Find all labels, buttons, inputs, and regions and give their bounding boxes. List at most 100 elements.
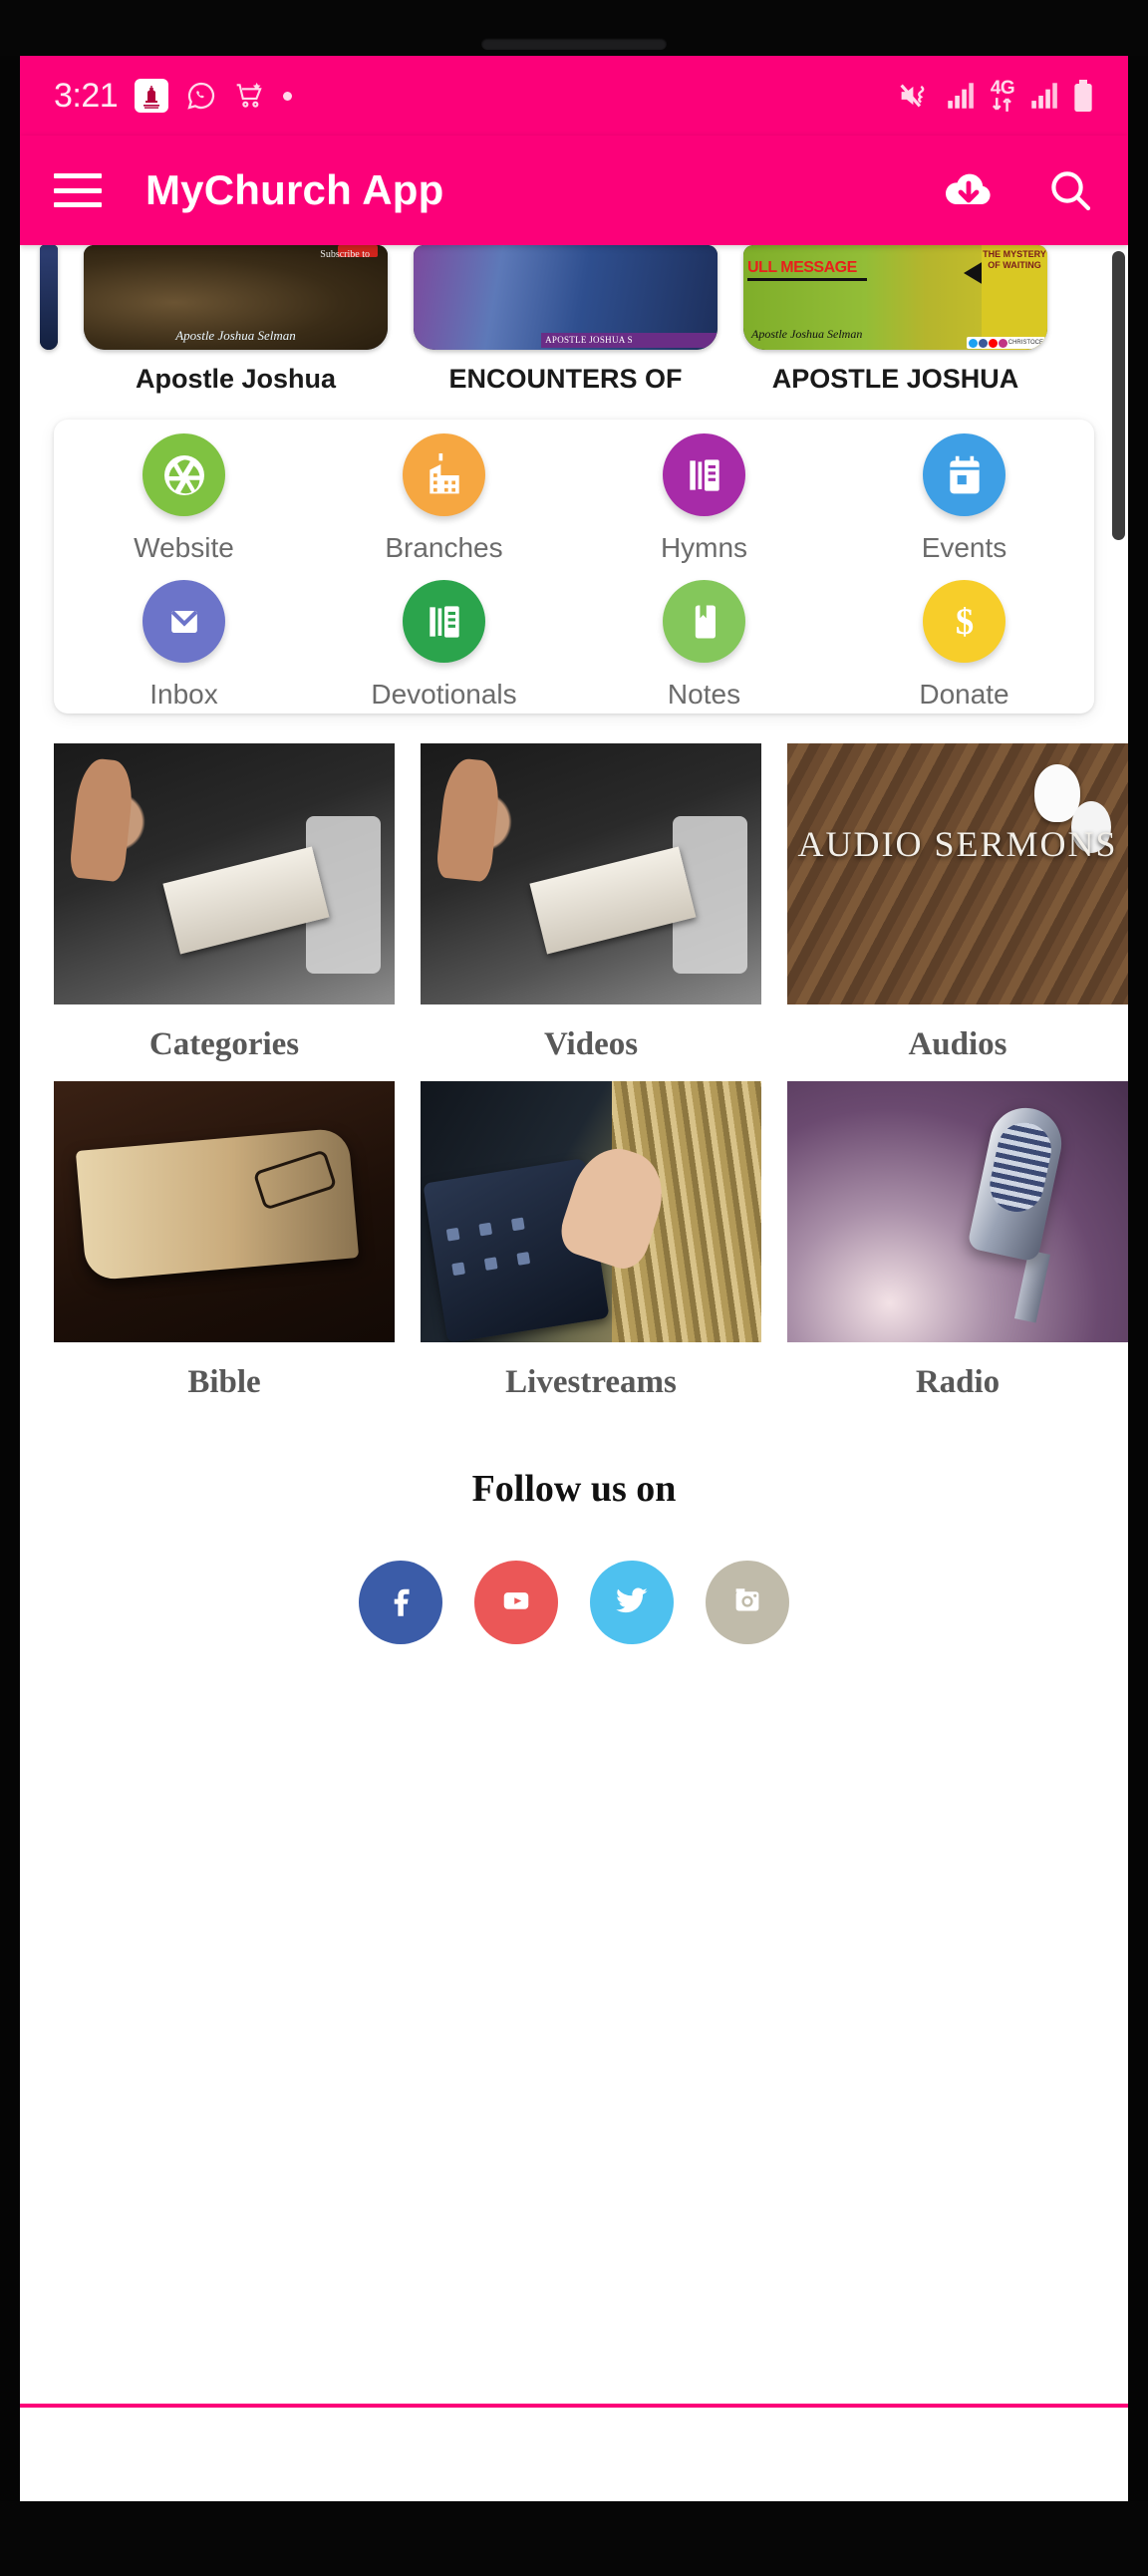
quick-action-events[interactable]: Events [834, 420, 1094, 566]
radio-player-bar[interactable]: Christian Life Radio [20, 2404, 1128, 2408]
feature-tiles: Categories Videos AUDIO SERMONS Audios B… [20, 743, 1128, 1419]
devotional-book-icon [403, 580, 485, 663]
tile-radio[interactable]: Radio [787, 1081, 1128, 1419]
phone-screen: 3:21 4G MyChurch App Subscribe to Apostl… [20, 56, 1128, 2501]
quick-action-notes[interactable]: Notes [574, 566, 834, 713]
whatsapp-icon [185, 80, 217, 112]
carousel-card-title: APOSTLE JOSHUA [771, 364, 1019, 394]
dollar-icon: $ [923, 580, 1005, 663]
tile-image [787, 1081, 1128, 1342]
tile-label: Videos [543, 1026, 639, 1062]
carousel-card[interactable]: Subscribe to Apostle Joshua Selman Apost… [84, 245, 388, 405]
follow-us-title: Follow us on [471, 1468, 677, 1510]
tile-image [421, 743, 761, 1004]
quick-action-label: Branches [385, 532, 503, 563]
tile-image [54, 743, 395, 1004]
carousel-card-title: Apostle Joshua [135, 364, 337, 394]
quick-action-hymns[interactable]: Hymns [574, 420, 834, 566]
carousel-card-title: ENCOUNTERS OF [448, 364, 683, 394]
carousel-card[interactable]: ULL MESSAGE Apostle Joshua Selman THE MY… [743, 245, 1047, 405]
shopping-cart-star-icon [234, 80, 266, 112]
social-links-row [20, 1561, 1128, 1644]
instagram-link[interactable] [706, 1561, 789, 1644]
calendar-icon [923, 433, 1005, 516]
twitter-link[interactable] [590, 1561, 674, 1644]
building-icon [403, 433, 485, 516]
notification-dot-icon [283, 91, 293, 101]
thumbnail-handle: CHRISTOCE [1007, 340, 1043, 346]
thumbnail-caption: APOSTLE JOSHUA S [545, 335, 633, 345]
quick-actions-card: Website Branches Hymns Events Inbox Devo… [54, 420, 1094, 714]
video-thumbnail[interactable] [40, 245, 58, 350]
facebook-icon [380, 1579, 422, 1626]
quick-action-label: Inbox [149, 679, 218, 710]
thumbnail-headline: ULL MESSAGE [747, 259, 857, 276]
hamburger-menu-icon[interactable] [54, 173, 102, 207]
tile-label: Audios [908, 1026, 1007, 1062]
status-bar: 3:21 4G [20, 56, 1128, 136]
envelope-icon [143, 580, 225, 663]
church-app-icon [135, 79, 169, 113]
follow-us-section: Follow us on [20, 1461, 1128, 1644]
carousel-card-partial[interactable] [40, 245, 58, 405]
scroll-content[interactable]: Subscribe to Apostle Joshua Selman Apost… [20, 245, 1128, 2408]
video-thumbnail[interactable]: Subscribe to Apostle Joshua Selman [84, 245, 388, 350]
feature-tiles-row-1: Categories Videos AUDIO SERMONS Audios [20, 743, 1128, 1081]
signal-bars-1-icon [947, 83, 975, 109]
4g-data-icon: 4G [989, 79, 1016, 113]
tile-image: AUDIO SERMONS [787, 743, 1128, 1004]
thumbnail-social-strip: CHRISTOCE [966, 337, 1045, 349]
tile-livestreams[interactable]: Livestreams [421, 1081, 761, 1419]
tile-bible[interactable]: Bible [54, 1081, 395, 1419]
signal-bars-2-icon [1030, 83, 1058, 109]
quick-action-website[interactable]: Website [54, 420, 314, 566]
earpiece-speaker [481, 38, 667, 50]
tile-label: Radio [915, 1364, 1001, 1400]
thumbnail-signature: Apostle Joshua Selman [751, 327, 863, 341]
quick-actions-row-1: Website Branches Hymns Events [54, 420, 1094, 566]
thumbnail-side-text: THE MYSTERY OF WAITING [983, 249, 1046, 270]
video-thumbnail[interactable]: APOSTLE JOSHUA S [414, 245, 718, 350]
quick-action-label: Notes [667, 679, 741, 710]
battery-icon [1072, 80, 1094, 112]
quick-action-label: Hymns [660, 532, 748, 563]
youtube-icon [495, 1579, 537, 1626]
video-thumbnail[interactable]: ULL MESSAGE Apostle Joshua Selman THE MY… [743, 245, 1047, 350]
app-bar-actions [941, 166, 1094, 214]
network-type-label: 4G [990, 78, 1015, 99]
tile-image [54, 1081, 395, 1342]
device-bottom-bezel [0, 2501, 1148, 2576]
featured-video-carousel[interactable]: Subscribe to Apostle Joshua Selman Apost… [20, 245, 1128, 405]
carousel-card[interactable]: APOSTLE JOSHUA S ENCOUNTERS OF [414, 245, 718, 405]
cloud-download-icon[interactable] [941, 166, 997, 214]
facebook-link[interactable] [359, 1561, 442, 1644]
page-title: MyChurch App [145, 166, 444, 213]
decorative-wave [20, 1642, 1128, 1901]
tile-label: Bible [187, 1364, 261, 1400]
quick-action-donate[interactable]: $ Donate [834, 566, 1094, 713]
search-icon[interactable] [1046, 166, 1094, 214]
quick-action-label: Devotionals [371, 679, 517, 710]
bookmark-icon [663, 580, 745, 663]
twitter-icon [611, 1579, 653, 1626]
tile-videos[interactable]: Videos [421, 743, 761, 1081]
tile-audios[interactable]: AUDIO SERMONS Audios [787, 743, 1128, 1081]
phone-device: 3:21 4G MyChurch App Subscribe to Apostl… [0, 0, 1148, 2576]
tile-image [421, 1081, 761, 1342]
quick-action-branches[interactable]: Branches [314, 420, 574, 566]
thumbnail-subscribe-text: Subscribe to [320, 249, 370, 260]
thumbnail-signature: Apostle Joshua Selman [175, 328, 296, 343]
vertical-scrollbar[interactable] [1112, 251, 1125, 540]
youtube-link[interactable] [474, 1561, 558, 1644]
quick-actions-row-2: Inbox Devotionals Notes $ Donate [54, 566, 1094, 713]
app-bar: MyChurch App [20, 136, 1128, 245]
quick-action-label: Donate [919, 679, 1009, 710]
quick-action-label: Website [134, 532, 234, 563]
tile-categories[interactable]: Categories [54, 743, 395, 1081]
feature-tiles-row-2: Bible Livestreams Radio [20, 1081, 1128, 1419]
quick-action-inbox[interactable]: Inbox [54, 566, 314, 713]
tile-label: Categories [148, 1026, 300, 1062]
status-bar-left: 3:21 [54, 77, 293, 116]
mute-vibrate-icon [899, 81, 933, 111]
quick-action-devotionals[interactable]: Devotionals [314, 566, 574, 713]
